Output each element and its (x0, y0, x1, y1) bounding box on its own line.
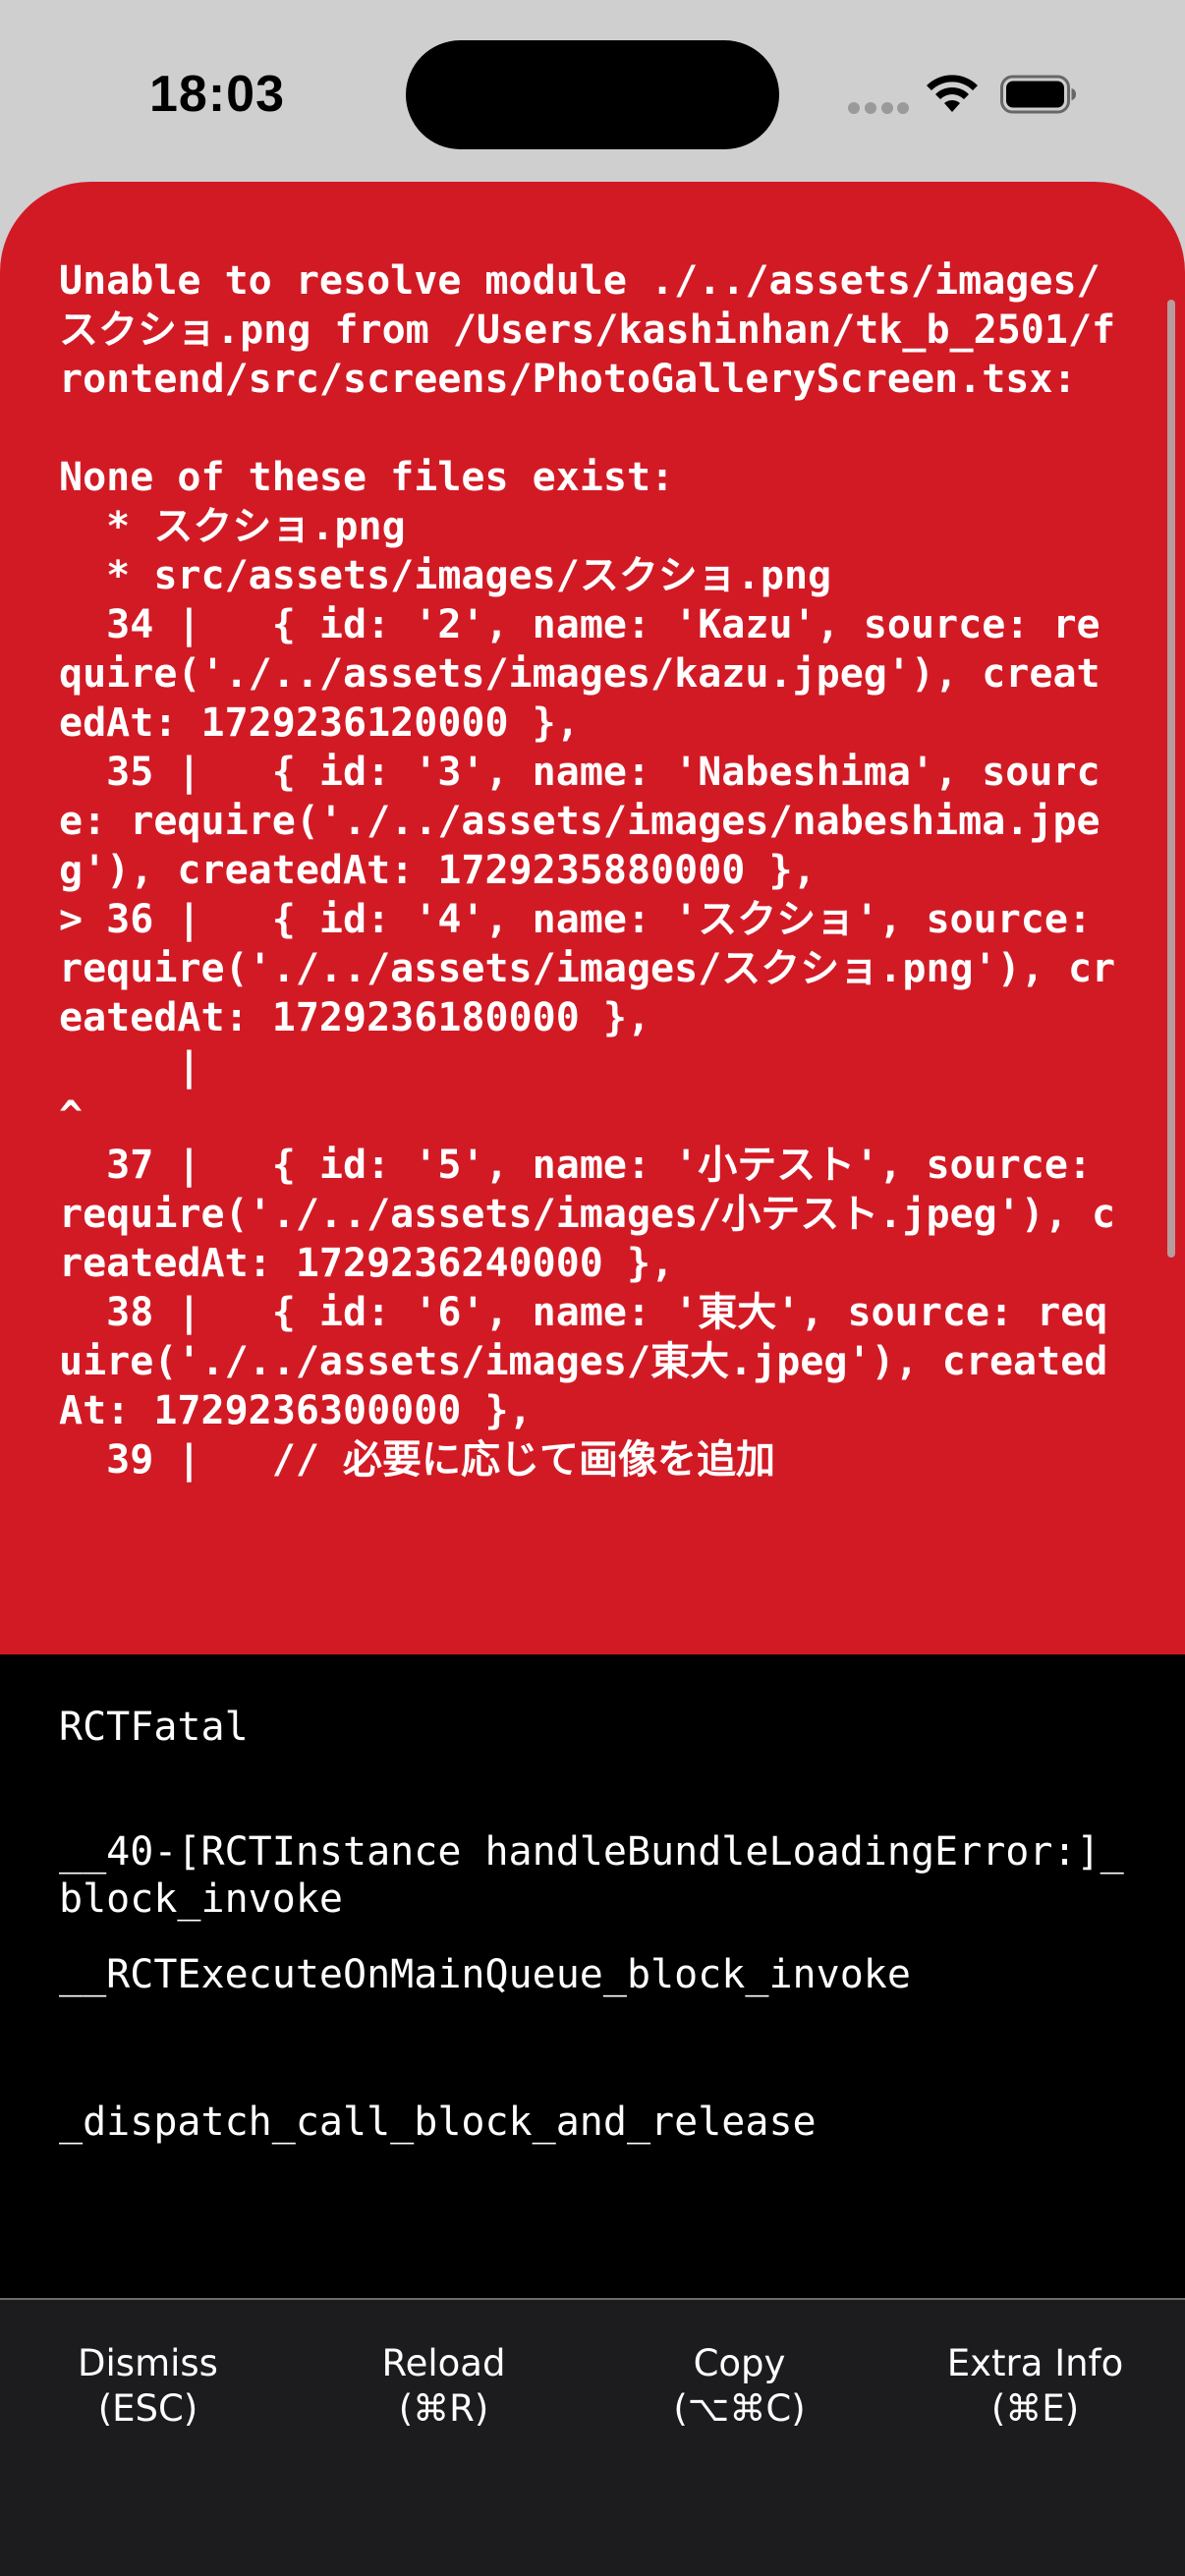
copy-button-label: Copy (693, 2342, 786, 2384)
stack-trace[interactable]: RCTFatal __40-[RCTInstance handleBundleL… (0, 1654, 1185, 2298)
dismiss-button[interactable]: Dismiss (ESC) (0, 2341, 296, 2449)
extra-info-button[interactable]: Extra Info (⌘E) (887, 2341, 1183, 2449)
dismiss-button-label: Dismiss (78, 2342, 218, 2384)
status-time: 18:03 (149, 66, 285, 123)
dismiss-button-shortcut: (ESC) (97, 2387, 198, 2430)
stack-frame[interactable]: _dispatch_call_block_and_release (59, 2099, 1130, 2146)
reload-button-shortcut: (⌘R) (398, 2387, 489, 2430)
redbox-error-screen: 18:03 Unable to resolve module ./../asse… (0, 0, 1185, 2576)
extra-info-button-shortcut: (⌘E) (990, 2387, 1080, 2430)
stack-frame[interactable]: __RCTExecuteOnMainQueue_block_invoke (59, 1951, 1130, 1998)
wifi-icon (927, 75, 978, 112)
error-message: Unable to resolve module ./../assets/ima… (59, 258, 1116, 1483)
stack-frame[interactable]: __40-[RCTInstance handleBundleLoadingErr… (59, 1828, 1130, 1923)
error-message-panel[interactable]: Unable to resolve module ./../assets/ima… (0, 182, 1185, 1655)
scroll-indicator[interactable] (1167, 300, 1175, 1258)
extra-info-button-label: Extra Info (946, 2342, 1124, 2384)
redbox-toolbar: Dismiss (ESC) Reload (⌘R) Copy (⌥⌘C) Ext… (0, 2298, 1185, 2576)
status-bar: 18:03 (0, 0, 1185, 187)
dynamic-island (406, 40, 779, 149)
battery-icon (1000, 75, 1076, 114)
stack-frame[interactable]: RCTFatal (59, 1704, 1130, 1751)
copy-button[interactable]: Copy (⌥⌘C) (592, 2341, 887, 2449)
cellular-signal-icon (848, 102, 909, 116)
reload-button-label: Reload (381, 2342, 506, 2384)
reload-button[interactable]: Reload (⌘R) (296, 2341, 592, 2449)
copy-button-shortcut: (⌥⌘C) (673, 2387, 806, 2430)
